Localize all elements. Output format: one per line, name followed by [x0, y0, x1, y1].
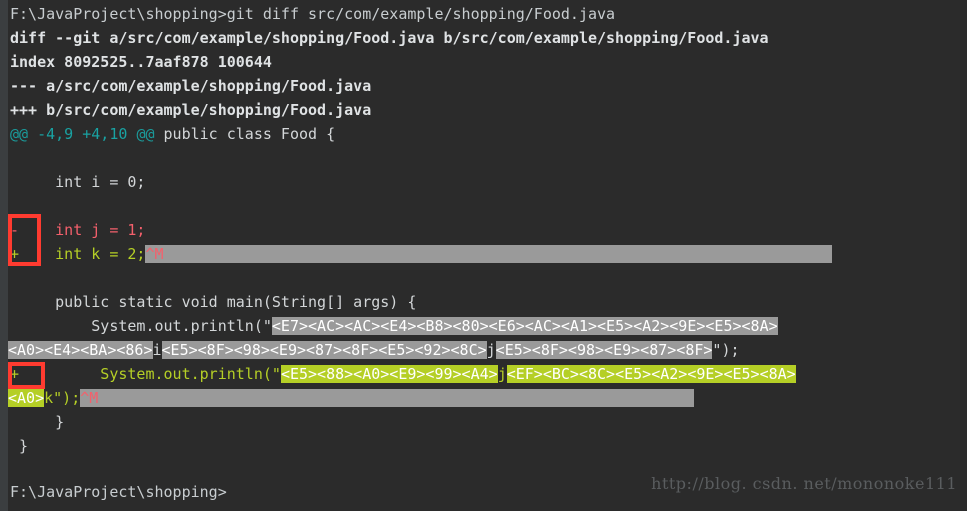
line-context-int-i: int i = 0; [0, 170, 967, 194]
added-line-2-tail: k"); [44, 389, 81, 407]
added-println-indent: System.out.println(" [19, 365, 281, 383]
diff-newfile-text: +++ b/src/com/example/shopping/Food.java [10, 101, 372, 119]
removed-line-marker: - [10, 221, 20, 239]
hunk-context: public class Food { [154, 125, 336, 143]
added-hex-part-3: <A0> [8, 389, 45, 407]
line-diff-newfile: +++ b/src/com/example/shopping/Food.java [0, 98, 967, 122]
line-added-int-k: + int k = 2;^M [0, 242, 967, 266]
line-context-main: public static void main(String[] args) { [0, 290, 967, 314]
window-left-edge [0, 0, 8, 511]
line-diff-oldfile: --- a/src/com/example/shopping/Food.java [0, 74, 967, 98]
line-blank-1 [0, 146, 967, 170]
context-char-i: i [152, 341, 162, 359]
added-line-2-trailing-ws [98, 389, 695, 407]
diff-git-text: diff --git a/src/com/example/shopping/Fo… [10, 29, 769, 47]
line-context-close-outer: } [0, 434, 967, 458]
added-line-2-marker: + [10, 365, 20, 383]
context-main-text: public static void main(String[] args) { [10, 293, 417, 311]
context-hex-part-4: <E5><8F><98><E9><87><8F> [495, 341, 713, 359]
added-line-text: int k = 2; [19, 245, 146, 263]
added-hex-part-1: <E5><88><A0><E9><99><A4> [280, 365, 498, 383]
line-added-println-2: + System.out.println("<E5><88><A0><E9><9… [0, 362, 967, 386]
diff-oldfile-text: --- a/src/com/example/shopping/Food.java [10, 77, 372, 95]
line-context-close-inner: } [0, 410, 967, 434]
context-hex-part-1: <E7><AC><AC><E4><B8><80><E6><AC><A1><E5>… [271, 317, 778, 335]
terminal-screen[interactable]: F:\JavaProject\shopping>git diff src/com… [0, 0, 967, 511]
final-shell-prompt: F:\JavaProject\shopping> [10, 483, 227, 501]
context-int-i-text: int i = 0; [10, 173, 146, 191]
context-close-outer-text: } [10, 437, 29, 455]
context-hex-part-3: <E5><8F><98><E9><87><8F><E5><92><8C> [161, 341, 487, 359]
line-diff-index: index 8092525..7aaf878 100644 [0, 50, 967, 74]
line-context-println-1: System.out.println("<E7><AC><AC><E4><B8>… [0, 314, 967, 338]
added-char-j: j [497, 365, 507, 383]
context-char-j: j [486, 341, 496, 359]
context-quote-end: "); [712, 341, 740, 359]
line-added-println-2-wrap: <A0>k");^M [0, 386, 967, 410]
added-hex-part-2: <EF><BC><8C><E5><A2><9E><E5><8A> [506, 365, 796, 383]
added-line-cr-marker: ^M [145, 245, 164, 263]
terminal-window: F:\JavaProject\shopping>git diff src/com… [0, 0, 967, 511]
removed-line-text: int j = 1; [19, 221, 146, 239]
added-line-trailing-ws [163, 245, 832, 263]
hunk-range: -4,9 +4,10 [28, 125, 137, 143]
line-removed-int-j: - int j = 1; [0, 218, 967, 242]
watermark-url: http://blog. csdn. net/mononoke111 [651, 474, 957, 493]
line-context-println-1-wrap: <A0><E4><BA><86>i<E5><8F><98><E9><87><8F… [0, 338, 967, 362]
added-line-marker: + [10, 245, 20, 263]
line-diff-hunk: @@ -4,9 +4,10 @@ public class Food { [0, 122, 967, 146]
diff-index-text: index 8092525..7aaf878 100644 [10, 53, 272, 71]
context-hex-part-2: <A0><E4><BA><86> [8, 341, 153, 359]
line-prompt-command: F:\JavaProject\shopping>git diff src/com… [0, 2, 967, 26]
shell-command: git diff src/com/example/shopping/Food.j… [226, 5, 616, 23]
line-diff-git: diff --git a/src/com/example/shopping/Fo… [0, 26, 967, 50]
context-close-inner-text: } [10, 413, 65, 431]
line-blank-3 [0, 266, 967, 290]
context-println-indent: System.out.println(" [10, 317, 272, 335]
added-line-2-cr-marker: ^M [80, 389, 99, 407]
hunk-at-right: @@ [136, 125, 155, 143]
shell-prompt: F:\JavaProject\shopping> [10, 5, 227, 23]
hunk-at-left: @@ [10, 125, 29, 143]
line-blank-2 [0, 194, 967, 218]
